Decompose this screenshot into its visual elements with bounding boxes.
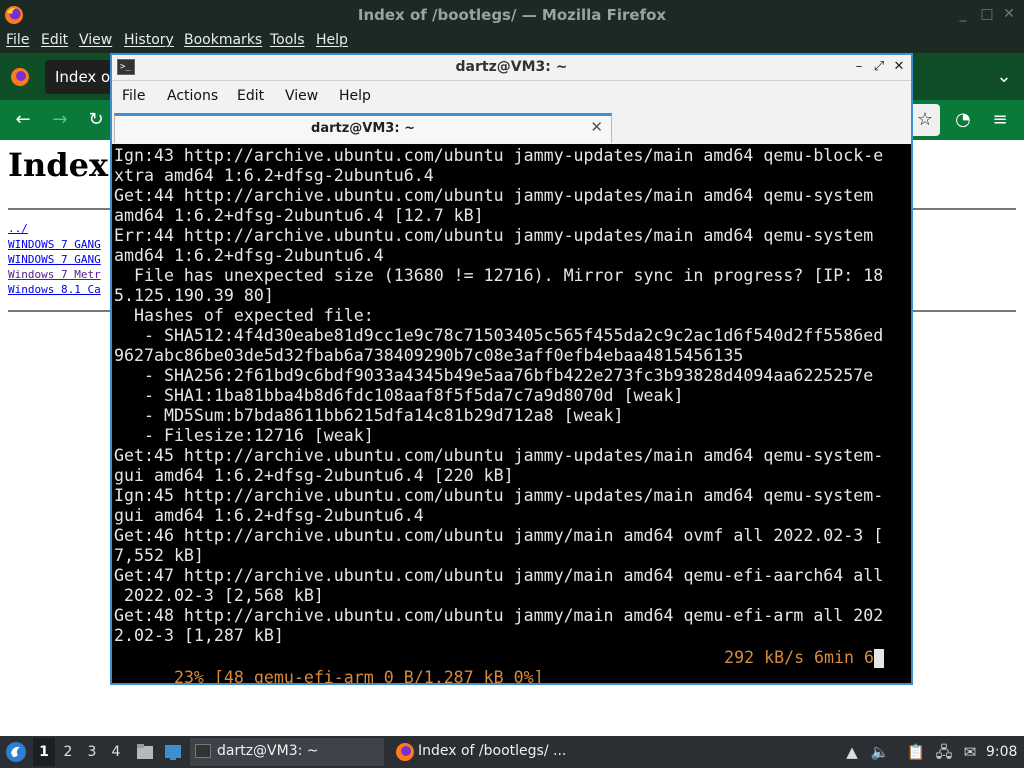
terminal-menu-edit[interactable]: Edit — [237, 88, 264, 104]
list-all-tabs-chevron-icon[interactable]: ⌄ — [994, 66, 1014, 87]
terminal-menu-file[interactable]: File — [122, 88, 145, 104]
link-file-2[interactable]: WINDOWS 7 GANG — [8, 253, 101, 266]
link-parent-dir[interactable]: ../ — [8, 222, 28, 235]
workspace-1[interactable]: 1 — [33, 738, 55, 766]
notifications-icon[interactable]: ✉ — [960, 742, 980, 762]
bookmark-star-icon[interactable]: ☆ — [913, 108, 937, 132]
taskbar-task-firefox-label: Index of /bootlegs/ ... — [418, 743, 567, 759]
apt-progress-status: 23% [48 qemu-efi-arm 0 B/1,287 kB 0%] — [173, 668, 544, 683]
workspace-3[interactable]: 3 — [81, 738, 103, 766]
workspace-4[interactable]: 4 — [105, 738, 127, 766]
terminal-menu-help[interactable]: Help — [339, 88, 371, 104]
terminal-menu-view[interactable]: View — [285, 88, 318, 104]
close-button[interactable]: ✕ — [1000, 5, 1018, 23]
terminal-close-button[interactable]: ✕ — [890, 58, 908, 76]
menu-file[interactable]: File — [6, 32, 29, 48]
firefox-icon — [396, 743, 414, 761]
terminal-tab-close-icon[interactable]: ✕ — [590, 118, 603, 136]
reload-icon[interactable]: ↻ — [83, 107, 109, 133]
updates-icon[interactable]: ▲ — [842, 742, 862, 762]
terminal-maximize-button[interactable]: ⤢ — [870, 58, 888, 76]
firefox-menubar: File Edit View History Bookmarks Tools H… — [0, 30, 1024, 53]
back-arrow-icon[interactable]: ← — [10, 107, 36, 133]
apt-progress-line: 23% [48 qemu-efi-arm 0 B/1,287 kB 0%] 29… — [114, 648, 884, 683]
terminal-titlebar[interactable]: >_ dartz@VM3: ~ – ⤢ ✕ — [112, 55, 911, 81]
minimize-button[interactable]: _ — [954, 5, 972, 23]
terminal-menu-actions[interactable]: Actions — [167, 88, 218, 104]
terminal-minimize-button[interactable]: – — [850, 58, 868, 76]
firefox-window-title: Index of /bootlegs/ — Mozilla Firefox — [357, 6, 667, 24]
file-manager-icon[interactable] — [135, 742, 155, 762]
link-file-4[interactable]: Windows 8.1 Ca — [8, 283, 101, 296]
taskbar-task-terminal[interactable]: dartz@VM3: ~ — [190, 738, 384, 766]
terminal-cursor — [874, 649, 884, 668]
firefox-view-icon[interactable] — [10, 67, 30, 87]
menu-bookmarks[interactable]: Bookmarks — [184, 32, 262, 48]
clock[interactable]: 9:08 — [986, 744, 1017, 760]
terminal-tab[interactable]: dartz@VM3: ~ ✕ — [114, 113, 612, 143]
taskbar-task-terminal-label: dartz@VM3: ~ — [217, 743, 319, 759]
apt-progress-speed: 292 kB/s 6min 6s — [724, 648, 884, 667]
taskbar-task-firefox[interactable]: Index of /bootlegs/ ... — [390, 738, 580, 766]
terminal-output[interactable]: Ign:43 http://archive.ubuntu.com/ubuntu … — [112, 144, 911, 683]
account-icon[interactable]: ◔ — [950, 107, 976, 133]
forward-arrow-icon[interactable]: → — [47, 107, 73, 133]
maximize-button[interactable]: □ — [978, 5, 996, 23]
menu-edit[interactable]: Edit — [41, 32, 68, 48]
menu-tools[interactable]: Tools — [270, 32, 305, 48]
terminal-menubar: File Actions Edit View Help — [112, 81, 911, 111]
tab-title: Index of — [55, 68, 116, 86]
hamburger-menu-icon[interactable]: ≡ — [987, 107, 1013, 133]
terminal-window: >_ dartz@VM3: ~ – ⤢ ✕ File Actions Edit … — [110, 53, 913, 685]
network-icon[interactable]: 🖧 — [934, 742, 954, 762]
terminal-icon — [195, 744, 211, 758]
clipboard-icon[interactable]: 📋 — [906, 742, 926, 762]
firefox-titlebar: Index of /bootlegs/ — Mozilla Firefox _ … — [0, 0, 1024, 30]
terminal-tab-title: dartz@VM3: ~ — [311, 121, 415, 136]
terminal-window-title: dartz@VM3: ~ — [455, 59, 568, 75]
page-heading: Index — [8, 146, 109, 184]
menu-help[interactable]: Help — [316, 32, 348, 48]
terminal-output-text: Ign:43 http://archive.ubuntu.com/ubuntu … — [114, 146, 884, 645]
menu-history[interactable]: History — [124, 32, 174, 48]
show-desktop-icon[interactable] — [163, 742, 183, 762]
terminal-tabbar: dartz@VM3: ~ ✕ — [112, 111, 911, 144]
link-file-1[interactable]: WINDOWS 7 GANG — [8, 238, 101, 251]
volume-icon[interactable]: 🔈 — [870, 742, 890, 762]
workspace-2[interactable]: 2 — [57, 738, 79, 766]
start-menu-icon[interactable] — [5, 741, 27, 763]
menu-view[interactable]: View — [79, 32, 112, 48]
link-file-3[interactable]: Windows 7 Metr — [8, 268, 101, 281]
